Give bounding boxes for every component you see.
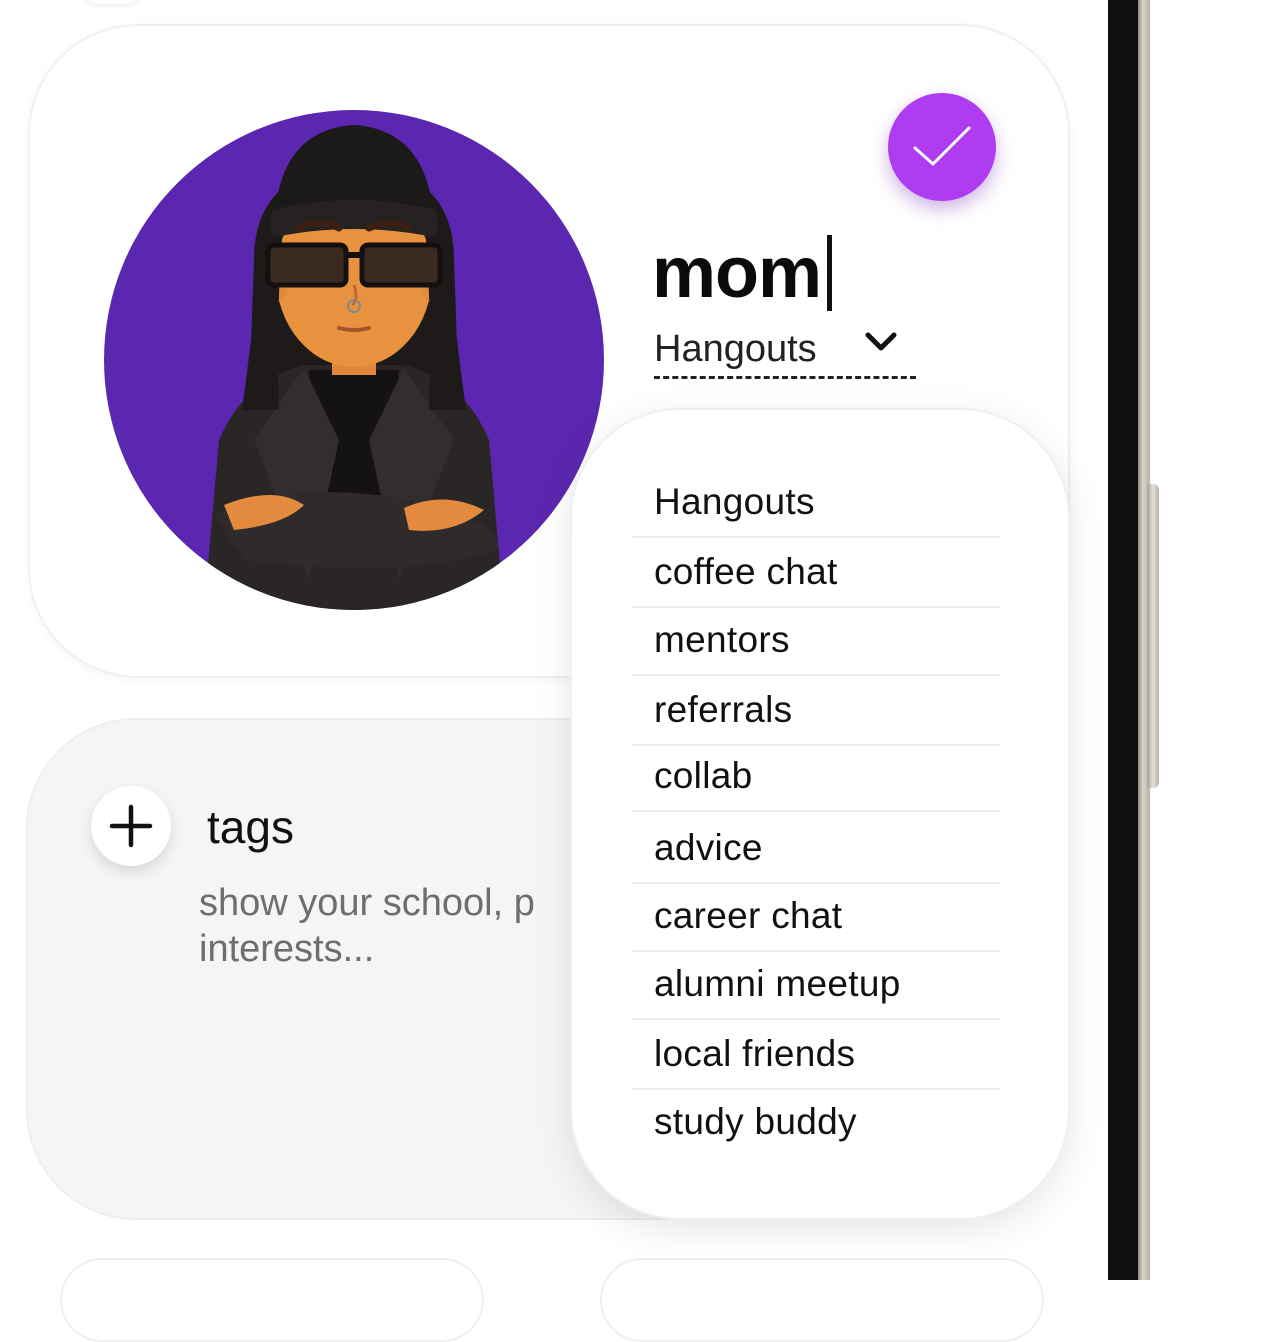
top-card-edge: [82, 0, 142, 4]
checkmark-icon: [913, 126, 971, 166]
dropdown-option-label: study buddy: [654, 1101, 857, 1142]
category-select[interactable]: Hangouts: [654, 322, 916, 379]
dropdown-option-alumni-meetup[interactable]: alumni meetup: [632, 950, 1000, 1020]
dropdown-option-advice[interactable]: advice: [632, 814, 1000, 884]
dropdown-option-hangouts[interactable]: Hangouts: [632, 468, 1000, 538]
dropdown-option-label: local friends: [654, 1033, 856, 1074]
name-input-value: mom: [652, 233, 822, 313]
dropdown-option-study-buddy[interactable]: study buddy: [632, 1088, 1000, 1156]
dropdown-option-label: advice: [654, 827, 763, 868]
dropdown-option-local-friends[interactable]: local friends: [632, 1020, 1000, 1090]
avatar[interactable]: [104, 110, 604, 610]
phone-background: [1138, 0, 1280, 1280]
dropdown-option-label: mentors: [654, 619, 790, 660]
dropdown-option-mentors[interactable]: mentors: [632, 606, 1000, 676]
chevron-down-icon: [865, 332, 897, 351]
category-select-value: Hangouts: [654, 327, 817, 370]
text-caret: [827, 235, 833, 311]
dropdown-option-label: career chat: [654, 895, 843, 936]
confirm-button[interactable]: [888, 93, 996, 201]
dropdown-option-coffee-chat[interactable]: coffee chat: [632, 538, 1000, 608]
name-input[interactable]: mom: [652, 228, 833, 318]
add-tag-button[interactable]: [91, 786, 171, 866]
dropdown-option-label: coffee chat: [654, 551, 838, 592]
plus-icon: [109, 804, 153, 848]
dropdown-option-referrals[interactable]: referrals: [632, 676, 1000, 746]
dropdown-option-label: collab: [654, 755, 753, 796]
dropdown-option-label: referrals: [654, 689, 793, 730]
dropdown-option-label: alumni meetup: [654, 963, 901, 1004]
tags-title: tags: [207, 801, 294, 853]
dropdown-option-label: Hangouts: [654, 481, 815, 522]
phone-bezel: [1108, 0, 1138, 1280]
avatar-illustration: [204, 125, 504, 610]
bottom-card: [60, 1258, 484, 1342]
bottom-card: [600, 1258, 1044, 1342]
dropdown-option-collab[interactable]: collab: [632, 742, 1000, 812]
phone-side-button: [1147, 484, 1159, 788]
dropdown-option-career-chat[interactable]: career chat: [632, 882, 1000, 952]
